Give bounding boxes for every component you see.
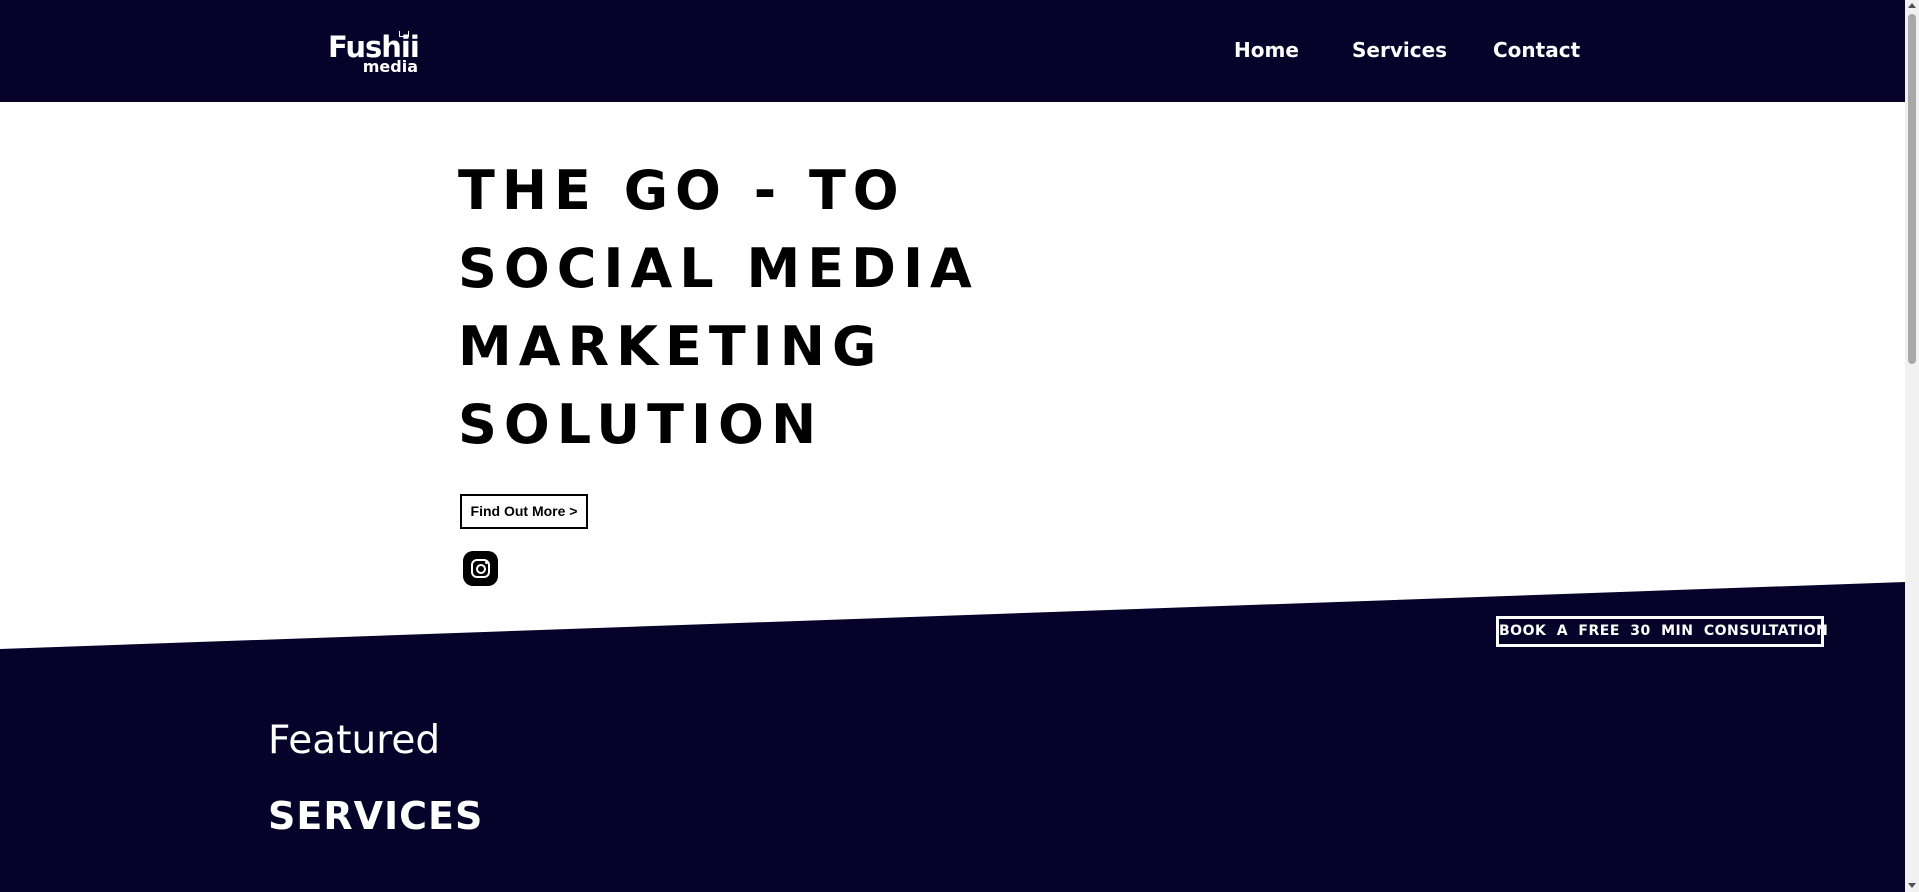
crown-icon (399, 31, 409, 37)
logo-subtext: media (362, 57, 418, 76)
find-out-more-button[interactable]: Find Out More > (460, 494, 588, 529)
hero-title-line: MARKETING (458, 315, 884, 378)
page-scrollbar[interactable] (1905, 0, 1919, 892)
hero-title-line: THE GO - TO (458, 159, 906, 222)
featured-kicker: Featured (268, 718, 441, 763)
nav-services-link[interactable]: Services (1352, 36, 1447, 64)
nav-home-link[interactable]: Home (1234, 36, 1299, 64)
brand-logo[interactable]: Fushii media (328, 30, 420, 78)
services-heading: SERVICES (268, 794, 484, 838)
scroll-up-icon[interactable] (1908, 3, 1916, 8)
hero-title: THE GO - TO SOCIAL MEDIA MARKETING SOLUT… (458, 152, 1018, 464)
hero-title-line: SOLUTION (458, 393, 824, 456)
nav-contact-link[interactable]: Contact (1493, 36, 1580, 64)
hero-title-line: SOCIAL MEDIA (458, 237, 979, 300)
site-header: Fushii media Home Services Contact (0, 0, 1905, 102)
scrollbar-thumb[interactable] (1908, 14, 1916, 364)
instagram-icon[interactable] (463, 551, 498, 586)
scroll-down-icon[interactable] (1908, 883, 1916, 888)
instagram-flash (485, 561, 488, 564)
instagram-lens (475, 563, 486, 574)
book-consultation-button[interactable]: BOOK A FREE 30 MIN CONSULTATION (1496, 616, 1828, 647)
